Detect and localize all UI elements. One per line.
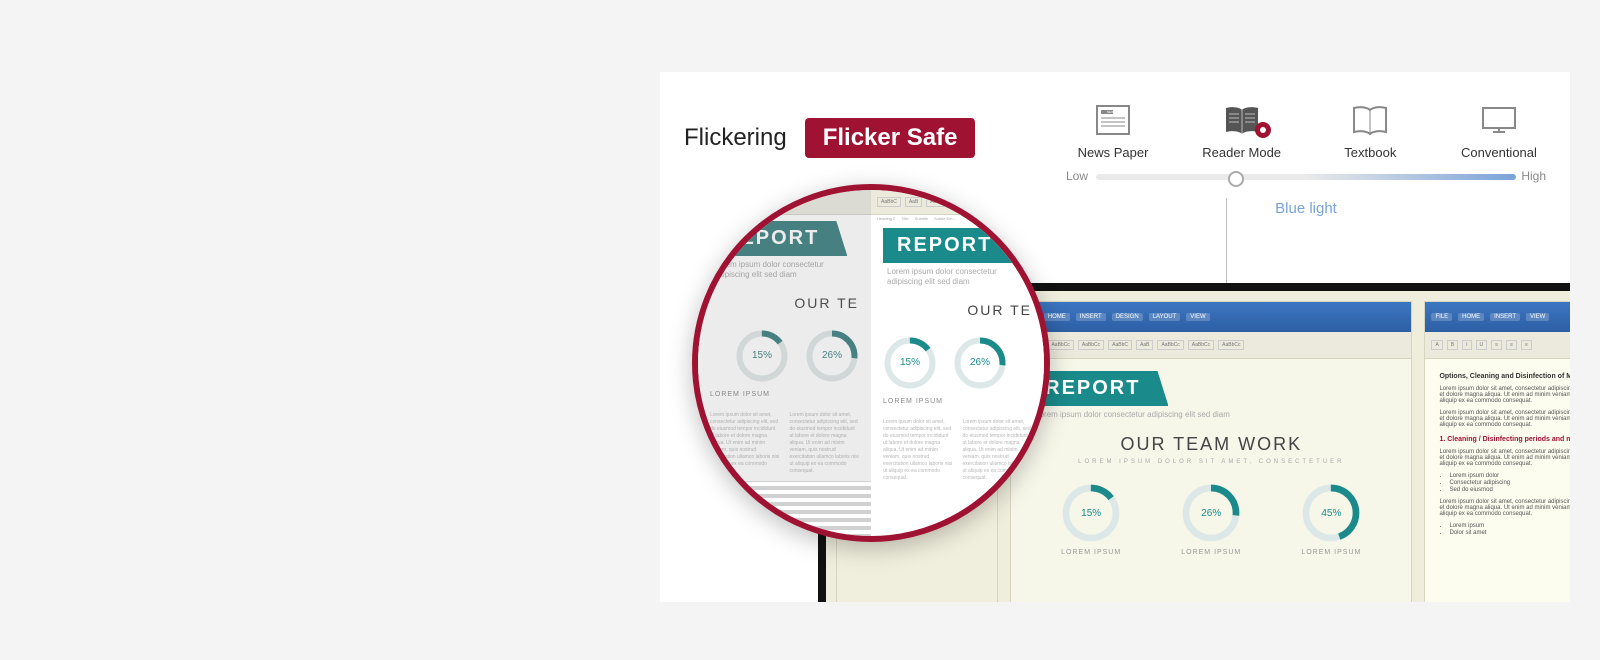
stage: Flickering Flicker Safe NEWS News Paper …	[660, 72, 1570, 602]
team-title: OUR TEAM WORK	[1031, 434, 1391, 455]
ring-row: 15% LOREM IPSUM 26% LOREM IPSUM 45% LOREM I…	[1031, 483, 1391, 556]
lorem-head: LOREM IPSUM	[710, 391, 859, 398]
mode-label: Conventional	[1461, 145, 1537, 160]
progress-ring: 26%	[953, 336, 1007, 390]
app-ribbon: FILEHOMEINSERTDESIGNLAYOUTVIEW	[1011, 302, 1411, 332]
newspaper-icon: NEWS	[1093, 104, 1133, 139]
doc-para: Lorem ipsum dolor sit amet, consectetur …	[1439, 386, 1570, 404]
style-row: AaBbCAaBAaBbCcAaBbCc	[871, 190, 1044, 215]
scale-caption: Blue light	[1066, 200, 1546, 217]
mode-conventional[interactable]: Conventional	[1452, 104, 1546, 160]
report-band: REPORT	[710, 221, 847, 256]
screen-window-text: FILEHOMEINSERTVIEW ABIU≡≡≡ Options, Clea…	[1424, 301, 1570, 602]
team-title: OUR TE	[883, 302, 1032, 318]
mode-textbook[interactable]: Textbook	[1323, 104, 1417, 160]
doc-para: Lorem ipsum dolor sit amet, consectetur …	[1439, 410, 1570, 428]
style-row: ABIU≡≡≡	[1425, 332, 1570, 359]
progress-ring: 26%	[1181, 483, 1241, 543]
lens-half-flickering: AaBbCcAaBbCcAaBbCc REPORT Lorem ipsum do…	[698, 190, 871, 536]
doc-list: Lorem ipsum dolorConsectetur adipiscingS…	[1449, 473, 1570, 493]
app-ribbon: FILEHOMEINSERTVIEW	[1425, 302, 1570, 332]
flicker-tabs: Flickering Flicker Safe	[684, 118, 975, 158]
mode-newspaper[interactable]: NEWS News Paper	[1066, 104, 1160, 160]
team-title: OUR TE	[710, 295, 859, 311]
team-sub: LOREM IPSUM DOLOR SIT AMET, CONSECTETUER	[1031, 459, 1391, 465]
progress-ring: 26%	[805, 329, 859, 383]
mode-reader[interactable]: Reader Mode	[1195, 104, 1289, 160]
progress-ring: 15%	[883, 336, 937, 390]
screen-window-report: FILEHOMEINSERTDESIGNLAYOUTVIEW AaBbCcAaB…	[1010, 301, 1412, 602]
doc-para: Lorem ipsum dolor sit amet, consectetur …	[1439, 499, 1570, 517]
textbook-icon	[1350, 104, 1390, 139]
mode-label: Textbook	[1344, 145, 1396, 160]
ring-label: LOREM IPSUM	[1181, 549, 1241, 556]
report-band: REPORT	[1031, 371, 1168, 406]
scale-dot	[1228, 171, 1244, 187]
lens-half-safe: AaBbCAaBAaBbCcAaBbCc Heading 2TitleSubti…	[871, 190, 1044, 536]
tab-flickering[interactable]: Flickering	[684, 124, 787, 152]
scale-low-label: Low	[1066, 169, 1088, 183]
ring-label: LOREM IPSUM	[1301, 549, 1361, 556]
doc-redline: 1. Cleaning / Disinfecting periods and m…	[1439, 436, 1570, 443]
mode-label: News Paper	[1078, 145, 1149, 160]
mode-row: NEWS News Paper Reader Mode Textbook	[1066, 104, 1546, 184]
scale-high-label: High	[1521, 169, 1546, 183]
doc-title: Options, Cleaning and Disinfection of Mo…	[1439, 373, 1570, 380]
style-row: AaBbCcAaBbCcAaBbCcAaBbCAaBAaBbCcAaBbCcAa…	[1011, 332, 1411, 359]
ring-label: LOREM IPSUM	[1061, 549, 1121, 556]
lorem-head: LOREM IPSUM	[883, 398, 1032, 405]
report-sub: Lorem ipsum dolor consectetur adipiscing…	[887, 267, 1032, 288]
svg-text:NEWS: NEWS	[1107, 110, 1116, 114]
style-row: AaBbCcAaBbCcAaBbCc	[698, 190, 871, 215]
progress-ring: 45%	[1301, 483, 1361, 543]
progress-ring: 15%	[1061, 483, 1121, 543]
scale-bar	[1096, 174, 1516, 180]
blue-light-scale: Low High Blue light	[1066, 170, 1546, 184]
report-band: REPORT	[883, 228, 1020, 263]
doc-list: Lorem ipsumDolor sit amet	[1449, 523, 1570, 536]
report-sub: Lorem ipsum dolor consectetur adipiscing…	[714, 260, 859, 281]
magnifier-lens: AaBbCcAaBbCcAaBbCc REPORT Lorem ipsum do…	[692, 184, 1050, 542]
doc-para: Lorem ipsum dolor sit amet, consectetur …	[1439, 449, 1570, 467]
monitor-icon	[1479, 104, 1519, 139]
tab-flicker-safe[interactable]: Flicker Safe	[805, 118, 976, 158]
mode-label: Reader Mode	[1202, 145, 1281, 160]
eye-indicator-icon	[1255, 122, 1271, 138]
progress-ring: 15%	[735, 329, 789, 383]
report-sub: Lorem ipsum dolor consectetur adipiscing…	[1035, 410, 1391, 420]
